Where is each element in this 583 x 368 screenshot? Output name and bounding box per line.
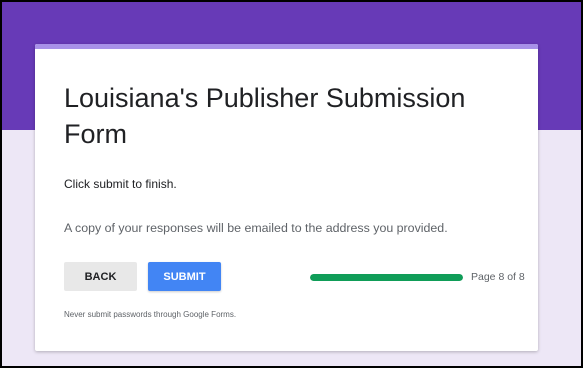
progress-bar-fill (310, 274, 463, 281)
password-warning: Never submit passwords through Google Fo… (64, 310, 237, 319)
form-page: Louisiana's Publisher Submission Form Cl… (2, 2, 581, 366)
copy-notice: A copy of your responses will be emailed… (64, 221, 448, 235)
finish-message: Click submit to finish. (64, 177, 177, 191)
form-card: Louisiana's Publisher Submission Form Cl… (35, 44, 538, 351)
progress-bar (310, 274, 463, 281)
form-title: Louisiana's Publisher Submission Form (64, 83, 466, 149)
card-accent-bar (35, 44, 538, 49)
back-button[interactable]: BACK (64, 262, 137, 291)
submit-button[interactable]: SUBMIT (148, 262, 221, 291)
page-indicator: Page 8 of 8 (471, 271, 525, 283)
